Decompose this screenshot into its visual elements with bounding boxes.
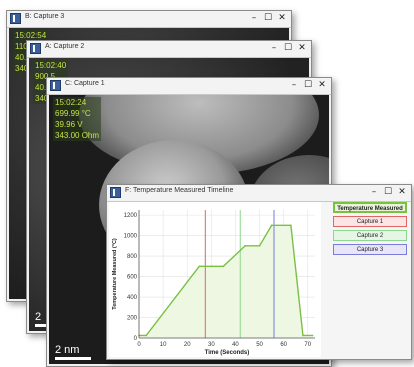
app-icon bbox=[30, 43, 41, 54]
readout-voltage: 39.96 V bbox=[55, 120, 83, 129]
title-bar[interactable]: C: Capture 1 – ☐ ✕ bbox=[47, 78, 331, 95]
maximize-button[interactable]: ☐ bbox=[261, 12, 275, 26]
x-tick-label: 70 bbox=[304, 342, 311, 348]
close-button[interactable]: ✕ bbox=[295, 42, 309, 56]
readout-time: 15:02:24 bbox=[55, 98, 87, 107]
window-title: B: Capture 3 bbox=[25, 13, 65, 20]
temperature-chart[interactable]: 0 10 20 30 40 50 60 70020040060080010001200Time… bbox=[109, 202, 321, 357]
data-point bbox=[258, 245, 261, 247]
scale-bar: 2 nm bbox=[55, 344, 91, 360]
readout-resistance: 343.00 Ohm bbox=[55, 131, 100, 140]
minimize-button[interactable]: – bbox=[287, 79, 301, 93]
readout-overlay: 15:02:24 699.99 °C 39.96 V 343.00 Ohm bbox=[53, 97, 102, 141]
app-icon bbox=[50, 80, 61, 91]
readout-time: 15:02:40 bbox=[35, 61, 67, 70]
scale-bar-label: 2 bbox=[35, 311, 42, 323]
legend-capture-2[interactable]: Capture 2 bbox=[333, 230, 407, 241]
data-point bbox=[311, 334, 314, 337]
x-tick-label: 0 bbox=[137, 342, 141, 348]
temperature-timeline-window[interactable]: F: Temperature Measured Timeline – ☐ ✕ 0… bbox=[106, 184, 412, 360]
close-button[interactable]: ✕ bbox=[315, 79, 329, 93]
y-tick-label: 800 bbox=[127, 254, 138, 260]
y-tick-label: 600 bbox=[127, 275, 138, 281]
y-tick-label: 1200 bbox=[124, 213, 138, 219]
maximize-button[interactable]: ☐ bbox=[381, 186, 395, 200]
x-tick-label: 50 bbox=[256, 342, 263, 348]
minimize-button[interactable]: – bbox=[267, 42, 281, 56]
x-tick-label: 10 bbox=[160, 342, 167, 348]
data-point bbox=[145, 334, 148, 337]
y-tick-label: 1000 bbox=[124, 234, 138, 240]
y-tick-label: 200 bbox=[127, 316, 138, 322]
minimize-button[interactable]: – bbox=[367, 186, 381, 200]
data-point bbox=[222, 265, 225, 268]
title-bar[interactable]: B: Capture 3 – ☐ ✕ bbox=[7, 11, 291, 28]
readout-temperature: 699.99 °C bbox=[55, 109, 91, 118]
legend-capture-1[interactable]: Capture 1 bbox=[333, 216, 407, 227]
chart-legend: Temperature Measured Capture 1 Capture 2… bbox=[333, 202, 407, 258]
title-bar[interactable]: A: Capture 2 – ☐ ✕ bbox=[27, 41, 311, 58]
close-button[interactable]: ✕ bbox=[275, 12, 289, 26]
legend-temperature-measured[interactable]: Temperature Measured bbox=[333, 202, 407, 213]
x-tick-label: 30 bbox=[208, 342, 215, 348]
scale-bar-label: 2 nm bbox=[55, 344, 80, 356]
window-title: C: Capture 1 bbox=[65, 80, 105, 87]
title-bar[interactable]: F: Temperature Measured Timeline – ☐ ✕ bbox=[107, 185, 411, 202]
minimize-button[interactable]: – bbox=[247, 12, 261, 26]
data-point bbox=[244, 245, 246, 247]
app-icon bbox=[10, 13, 21, 24]
window-title: A: Capture 2 bbox=[45, 43, 85, 50]
legend-capture-3[interactable]: Capture 3 bbox=[333, 244, 407, 255]
y-axis-label: Temperature Measured (°C) bbox=[112, 238, 118, 310]
data-point bbox=[210, 265, 213, 268]
scale-bar-line bbox=[55, 357, 91, 360]
series-area bbox=[139, 225, 313, 338]
data-point bbox=[270, 224, 273, 227]
maximize-button[interactable]: ☐ bbox=[281, 42, 295, 56]
maximize-button[interactable]: ☐ bbox=[301, 79, 315, 93]
x-axis-label: Time (Seconds) bbox=[205, 350, 250, 356]
x-tick-label: 20 bbox=[184, 342, 191, 348]
data-point bbox=[302, 334, 304, 337]
y-tick-label: 400 bbox=[127, 295, 138, 301]
x-tick-label: 60 bbox=[280, 342, 287, 348]
data-point bbox=[198, 265, 201, 268]
close-button[interactable]: ✕ bbox=[395, 186, 409, 200]
chart-area[interactable]: 0 10 20 30 40 50 60 70 0 200 400 600 800 1000 1200 Time… bbox=[109, 202, 321, 357]
data-point bbox=[290, 224, 292, 227]
x-tick-label: 40 bbox=[232, 342, 239, 348]
app-icon bbox=[110, 187, 121, 198]
window-title: F: Temperature Measured Timeline bbox=[125, 187, 234, 194]
